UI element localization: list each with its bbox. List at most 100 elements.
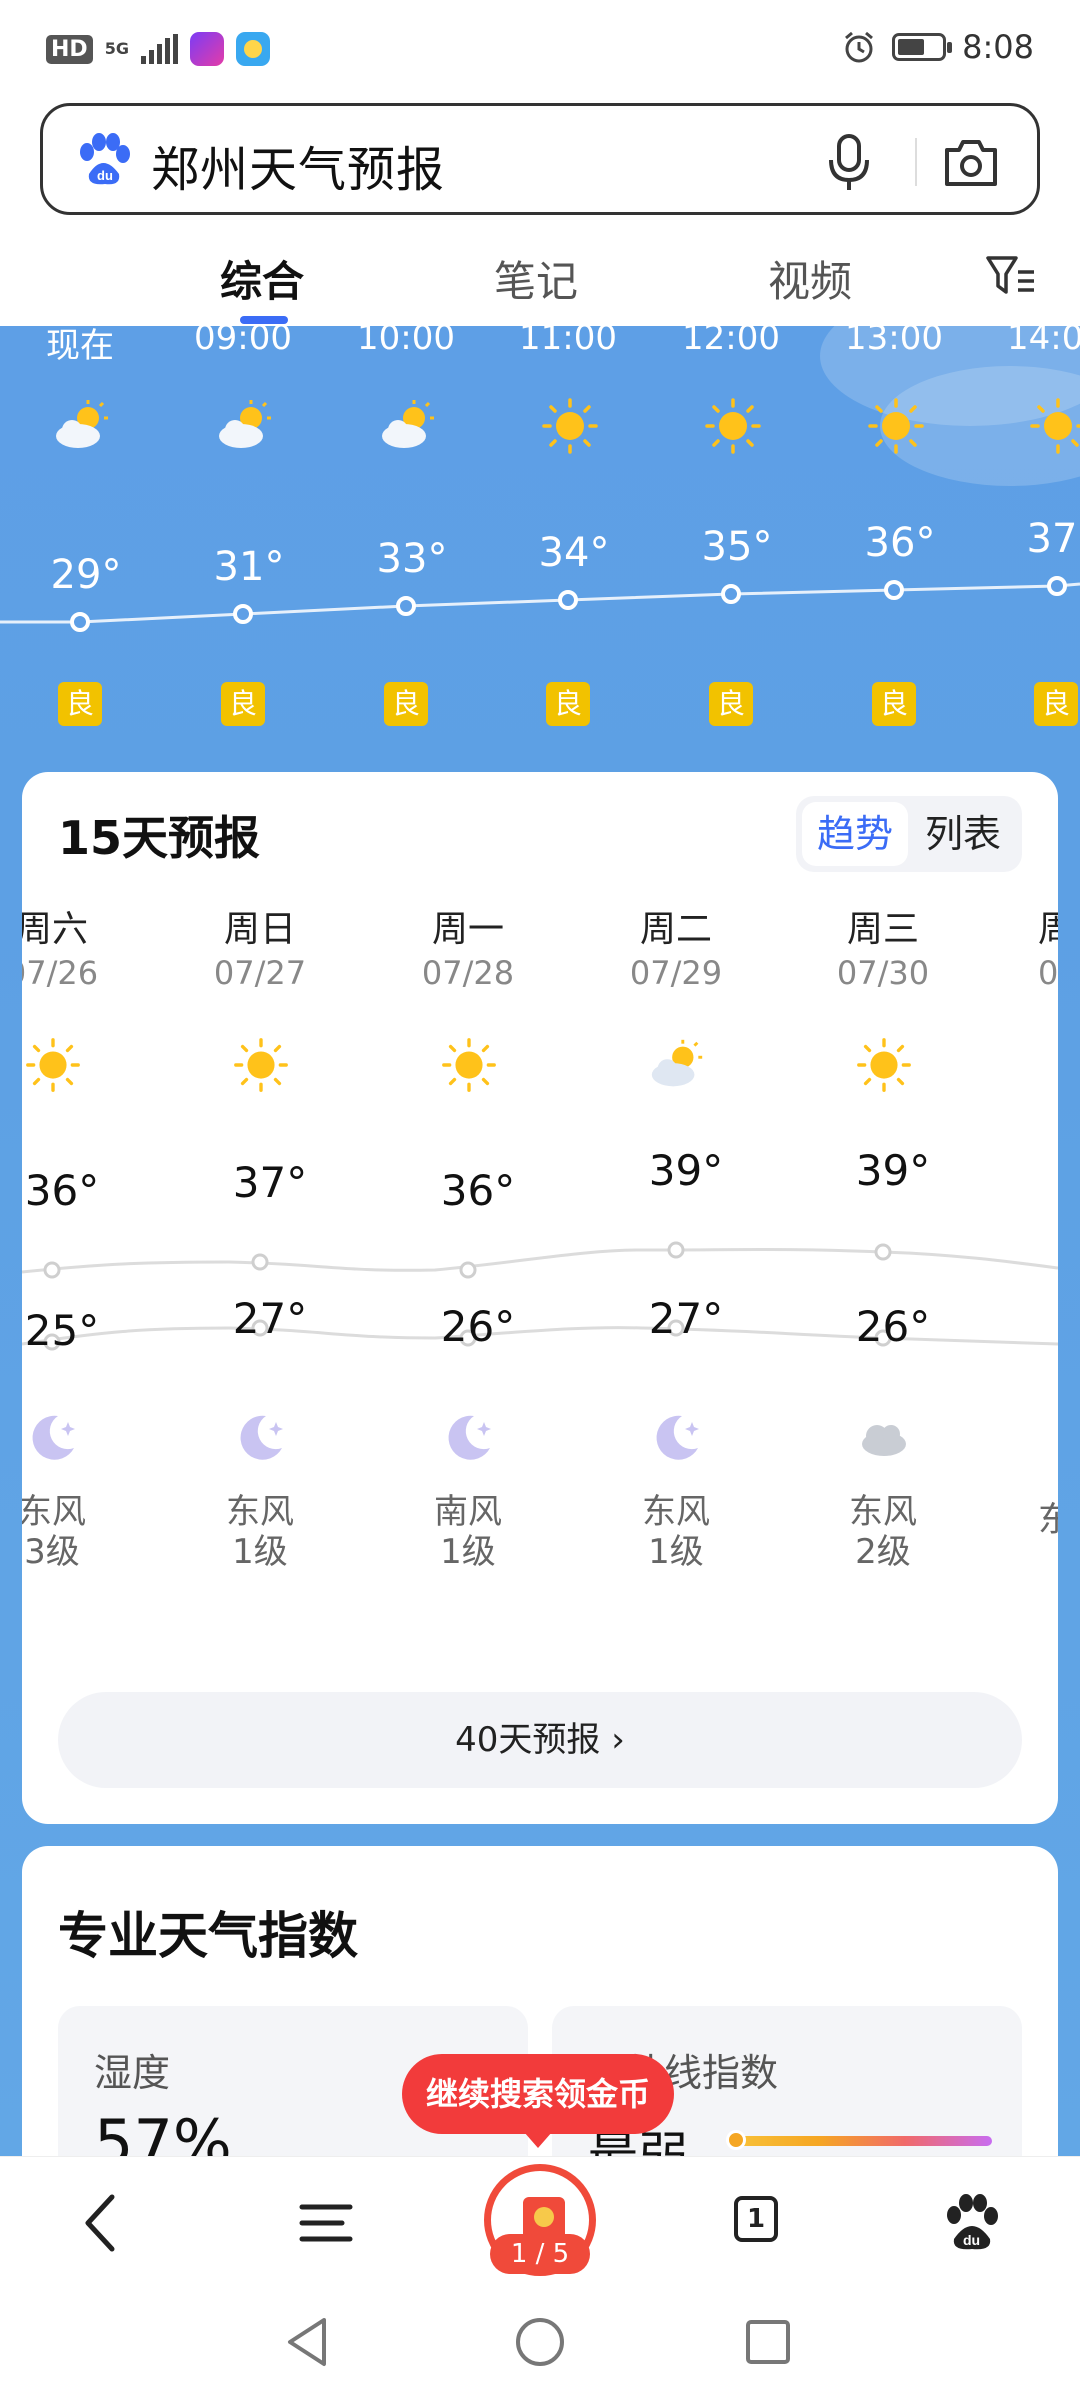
search-bar[interactable]: du 郑州天气预报 bbox=[40, 103, 1040, 215]
partly-cloudy-icon bbox=[651, 1039, 703, 1087]
wind-info: 东风 3级 bbox=[22, 1492, 132, 1572]
day-date: 07/27 bbox=[213, 954, 307, 992]
tab-notes[interactable]: 笔记 bbox=[494, 248, 578, 309]
hour-label: 13:00 bbox=[845, 326, 943, 358]
wind-level: 3级 bbox=[24, 1532, 80, 1572]
wind-direction: 东风 bbox=[226, 1492, 294, 1532]
day-low: 26° bbox=[440, 1302, 516, 1351]
aqi-badge: 良 bbox=[872, 682, 916, 726]
svg-text:du: du bbox=[963, 2232, 980, 2248]
status-left: HD 5G bbox=[46, 32, 270, 66]
wind-level: 1级 bbox=[232, 1532, 288, 1572]
camera-icon[interactable] bbox=[941, 134, 1001, 190]
sun-icon bbox=[26, 1038, 80, 1092]
app-icon-2 bbox=[235, 32, 270, 66]
hour-temp: 31° bbox=[213, 544, 285, 590]
forecast-day[interactable]: 周二 07/29 39° 27° 东风 1级 bbox=[596, 772, 756, 1572]
day-low: 27° bbox=[648, 1294, 724, 1343]
wind-direction: 东风 bbox=[849, 1492, 917, 1532]
hour-temp: 35° bbox=[701, 524, 773, 570]
hour-label: 10:00 bbox=[357, 326, 455, 358]
wind-direction: 东风 bbox=[642, 1492, 710, 1532]
sun-icon bbox=[442, 1038, 496, 1092]
hour-label: 09:00 bbox=[194, 326, 292, 358]
hour-label: 12:00 bbox=[682, 326, 780, 358]
wind-level: 1级 bbox=[440, 1532, 496, 1572]
moon-icon bbox=[32, 1415, 75, 1460]
wind-info: 东风 1级 bbox=[180, 1492, 340, 1572]
day-week: 周三 bbox=[846, 909, 919, 950]
status-bar: HD 5G 8:08 bbox=[0, 0, 1080, 96]
system-back-icon[interactable] bbox=[280, 2314, 336, 2370]
partly-cloudy-icon bbox=[56, 400, 108, 448]
humidity-label: 湿度 bbox=[94, 2051, 171, 2095]
network-label: 5G bbox=[104, 39, 129, 58]
day-low: 25° bbox=[24, 1306, 100, 1355]
clock: 8:08 bbox=[962, 28, 1034, 66]
wind-direction: 南风 bbox=[434, 1492, 502, 1532]
back-icon[interactable] bbox=[68, 2187, 140, 2259]
sun-icon bbox=[868, 398, 924, 454]
alarm-icon bbox=[845, 31, 874, 63]
status-right: 8:08 bbox=[842, 28, 1034, 66]
forecast-day[interactable]: 周三 07/30 39° 26° 东风 2级 bbox=[803, 772, 963, 1572]
forecast-day[interactable]: 周一 07/28 36° 26° 南风 1级 bbox=[388, 772, 548, 1572]
microphone-icon[interactable] bbox=[821, 132, 877, 192]
hour-label: 11:00 bbox=[519, 326, 617, 358]
day-date: 07/28 bbox=[421, 954, 515, 992]
forecast-day-partial: 周 0 东 bbox=[1038, 909, 1058, 1540]
coin-tooltip[interactable]: 继续搜索领金币 bbox=[402, 2054, 674, 2148]
aqi-badge: 良 bbox=[384, 682, 428, 726]
aqi-badge: 良 bbox=[546, 682, 590, 726]
day-date: 07/29 bbox=[629, 954, 723, 992]
result-tabs: 综合 笔记 视频 bbox=[0, 230, 1080, 326]
hd-badge: HD bbox=[46, 34, 93, 64]
day-low: 27° bbox=[232, 1294, 308, 1343]
uv-indicator bbox=[726, 2130, 746, 2150]
moon-icon bbox=[448, 1415, 491, 1460]
forecast-day[interactable]: 周日 07/27 37° 27° 东风 1级 bbox=[180, 772, 340, 1572]
sun-icon bbox=[1030, 398, 1080, 454]
menu-icon[interactable] bbox=[290, 2187, 362, 2259]
tabs-icon[interactable]: 1 bbox=[734, 2196, 778, 2242]
day-week: 周一 bbox=[431, 909, 504, 950]
day-low: 26° bbox=[855, 1302, 931, 1351]
baidu-home-icon[interactable]: du bbox=[936, 2187, 1008, 2259]
system-home-icon[interactable] bbox=[512, 2314, 568, 2370]
card-title: 专业天气指数 bbox=[58, 1907, 358, 1965]
partly-cloudy-icon bbox=[382, 400, 434, 448]
sun-icon bbox=[705, 398, 761, 454]
aqi-badge: 良 bbox=[221, 682, 265, 726]
moon-icon bbox=[656, 1415, 699, 1460]
forecast-40-button[interactable]: 40天预报 › bbox=[58, 1692, 1022, 1788]
wind-direction: 东风 bbox=[22, 1492, 86, 1532]
sun-icon bbox=[857, 1038, 911, 1092]
aqi-badge: 良 bbox=[58, 682, 102, 726]
hour-temp: 29° bbox=[50, 552, 122, 598]
day-high: 36° bbox=[24, 1166, 100, 1215]
forecast-day[interactable]: 周六 07/26 36° 25° 东风 3级 bbox=[22, 772, 132, 1572]
baidu-paw-icon[interactable]: du bbox=[73, 130, 133, 190]
tab-underline bbox=[240, 316, 288, 324]
uv-scale-bar bbox=[732, 2136, 992, 2146]
hour-temp: 36° bbox=[864, 520, 936, 566]
aqi-badge: 良 bbox=[709, 682, 753, 726]
sun-icon bbox=[234, 1038, 288, 1092]
tab-all[interactable]: 综合 bbox=[220, 248, 304, 309]
day-week: 周六 bbox=[22, 909, 88, 950]
redpacket-count: 1 / 5 bbox=[490, 2234, 590, 2274]
day-high: 36° bbox=[440, 1166, 516, 1215]
hour-label: 14:00 bbox=[1007, 326, 1080, 358]
tab-video[interactable]: 视频 bbox=[768, 248, 852, 309]
system-recents-icon[interactable] bbox=[740, 2314, 796, 2370]
filter-icon[interactable] bbox=[984, 252, 1036, 300]
svg-text:du: du bbox=[97, 168, 113, 183]
battery-icon bbox=[892, 33, 953, 61]
app-icon-1 bbox=[189, 32, 224, 66]
search-input[interactable]: 郑州天气预报 bbox=[151, 130, 445, 200]
system-nav-bar bbox=[0, 2284, 1080, 2400]
day-high: 37° bbox=[232, 1158, 308, 1207]
hour-label: 现在 bbox=[46, 326, 114, 366]
day-date: 07/30 bbox=[836, 954, 930, 992]
moon-icon bbox=[240, 1415, 283, 1460]
